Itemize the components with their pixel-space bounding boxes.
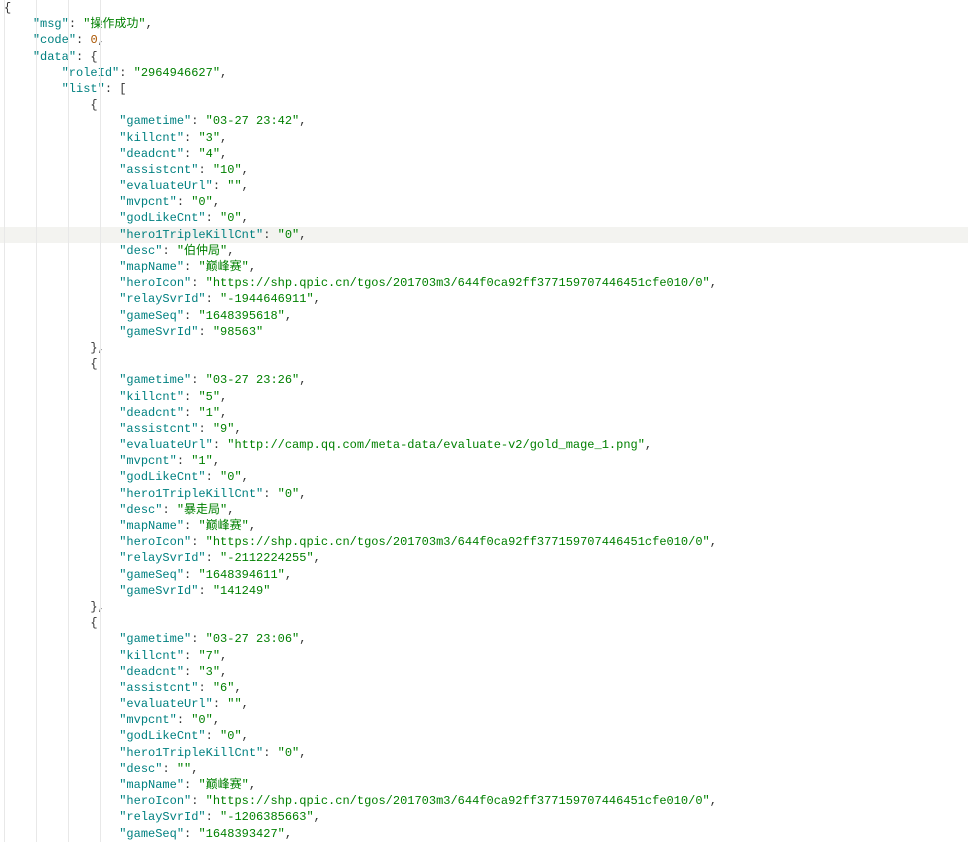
kv-desc: "desc": "伯仲局", <box>0 243 968 259</box>
kv-mvpcnt: "mvpcnt": "0", <box>0 194 968 210</box>
kv-godLikeCnt: "godLikeCnt": "0", <box>0 469 968 485</box>
list-item-open: { <box>0 356 968 372</box>
kv-godLikeCnt: "godLikeCnt": "0", <box>0 210 968 226</box>
kv-msg: "msg": "操作成功", <box>0 16 968 32</box>
kv-deadcnt: "deadcnt": "1", <box>0 405 968 421</box>
kv-gametime: "gametime": "03-27 23:26", <box>0 372 968 388</box>
kv-mvpcnt: "mvpcnt": "1", <box>0 453 968 469</box>
kv-gameSeq: "gameSeq": "1648395618", <box>0 308 968 324</box>
list-item-close: }, <box>0 599 968 615</box>
list-item-open: { <box>0 615 968 631</box>
kv-code: "code": 0, <box>0 32 968 48</box>
kv-heroIcon: "heroIcon": "https://shp.qpic.cn/tgos/20… <box>0 793 968 809</box>
kv-mapName: "mapName": "巅峰赛", <box>0 518 968 534</box>
kv-killcnt: "killcnt": "3", <box>0 130 968 146</box>
kv-mvpcnt: "mvpcnt": "0", <box>0 712 968 728</box>
kv-killcnt: "killcnt": "5", <box>0 389 968 405</box>
kv-hero1TripleKillCnt: "hero1TripleKillCnt": "0", <box>0 745 968 761</box>
kv-evaluateUrl: "evaluateUrl": "", <box>0 696 968 712</box>
kv-desc: "desc": "暴走局", <box>0 502 968 518</box>
kv-gameSeq: "gameSeq": "1648393427", <box>0 826 968 842</box>
kv-gameSeq: "gameSeq": "1648394611", <box>0 567 968 583</box>
kv-relaySvrId: "relaySvrId": "-1206385663", <box>0 809 968 825</box>
kv-deadcnt: "deadcnt": "4", <box>0 146 968 162</box>
kv-gameSvrId: "gameSvrId": "98563" <box>0 324 968 340</box>
kv-assistcnt: "assistcnt": "6", <box>0 680 968 696</box>
kv-list-open: "list": [ <box>0 81 968 97</box>
kv-heroIcon: "heroIcon": "https://shp.qpic.cn/tgos/20… <box>0 534 968 550</box>
kv-assistcnt: "assistcnt": "9", <box>0 421 968 437</box>
kv-deadcnt: "deadcnt": "3", <box>0 664 968 680</box>
kv-gameSvrId: "gameSvrId": "141249" <box>0 583 968 599</box>
kv-assistcnt: "assistcnt": "10", <box>0 162 968 178</box>
kv-hero1TripleKillCnt: "hero1TripleKillCnt": "0", <box>0 486 968 502</box>
object-open: { <box>0 0 968 16</box>
list-item-close: }, <box>0 340 968 356</box>
kv-godLikeCnt: "godLikeCnt": "0", <box>0 728 968 744</box>
kv-roleId: "roleId": "2964946627", <box>0 65 968 81</box>
kv-killcnt: "killcnt": "7", <box>0 648 968 664</box>
kv-desc: "desc": "", <box>0 761 968 777</box>
kv-hero1TripleKillCnt: "hero1TripleKillCnt": "0", <box>0 227 968 243</box>
kv-evaluateUrl: "evaluateUrl": "http://camp.qq.com/meta-… <box>0 437 968 453</box>
kv-relaySvrId: "relaySvrId": "-2112224255", <box>0 550 968 566</box>
kv-relaySvrId: "relaySvrId": "-1944646911", <box>0 291 968 307</box>
kv-gametime: "gametime": "03-27 23:42", <box>0 113 968 129</box>
list-item-open: { <box>0 97 968 113</box>
json-viewer: { "msg": "操作成功", "code": 0, "data": { "r… <box>0 0 968 842</box>
kv-gametime: "gametime": "03-27 23:06", <box>0 631 968 647</box>
kv-mapName: "mapName": "巅峰赛", <box>0 777 968 793</box>
kv-heroIcon: "heroIcon": "https://shp.qpic.cn/tgos/20… <box>0 275 968 291</box>
kv-evaluateUrl: "evaluateUrl": "", <box>0 178 968 194</box>
kv-data-open: "data": { <box>0 49 968 65</box>
kv-mapName: "mapName": "巅峰赛", <box>0 259 968 275</box>
